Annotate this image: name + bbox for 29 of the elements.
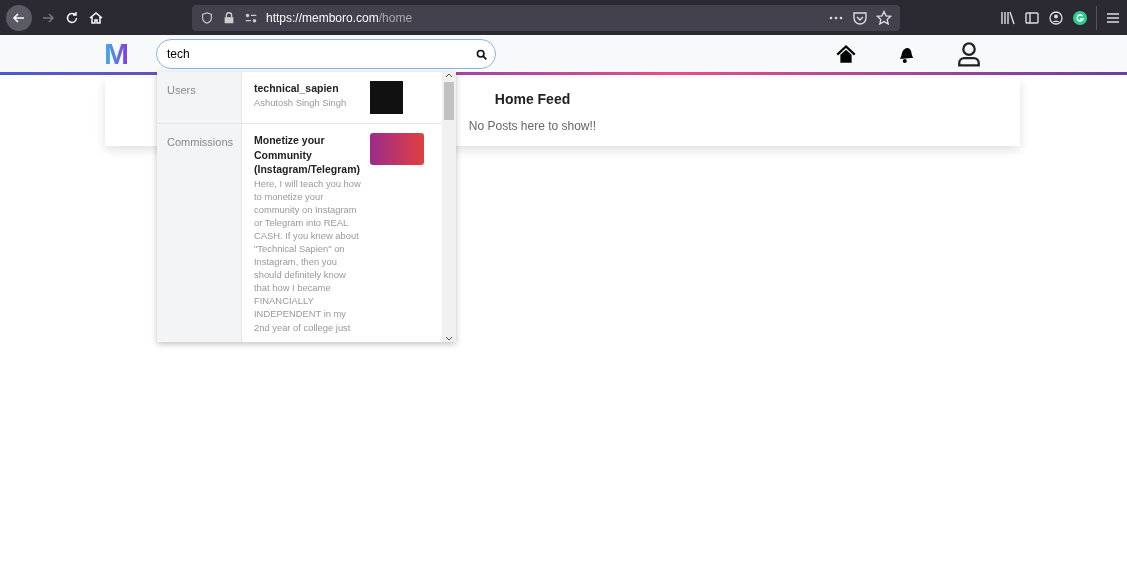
reload-icon[interactable] bbox=[64, 9, 80, 26]
scroll-up-icon[interactable] bbox=[445, 72, 453, 80]
empty-message: No Posts here to show!! bbox=[468, 119, 597, 133]
user-icon[interactable] bbox=[956, 40, 982, 67]
avatar-image bbox=[370, 81, 403, 114]
photo-placeholder bbox=[370, 133, 424, 165]
search-result[interactable]: technical_sapien Ashutosh Singh Singh bbox=[242, 72, 442, 123]
username: technical_sapien bbox=[254, 81, 340, 96]
home-icon[interactable] bbox=[88, 9, 104, 26]
commission-description: Here, I will teach you how to monetize your community on Instagram or Telegram into REAL CASH. If you knew about "Technical Sapien" on Instagram, then you should definitely know that how I became FINANCIALLY INDEPENDENT in my 2nd year of college just bbox=[254, 176, 362, 334]
star-icon[interactable] bbox=[876, 9, 892, 26]
back-button[interactable] bbox=[6, 4, 32, 31]
search-field[interactable]: tech bbox=[156, 38, 496, 69]
feed-title: Home Feed bbox=[494, 91, 571, 107]
commission-title: Monetize your Community (Instagram/Telegram) bbox=[254, 133, 361, 177]
lock-icon bbox=[222, 10, 236, 25]
address-bar[interactable]: https://memboro.com/home bbox=[192, 4, 900, 31]
shield-icon[interactable] bbox=[200, 10, 214, 25]
search-icon[interactable] bbox=[475, 47, 488, 61]
library-icon[interactable] bbox=[1000, 9, 1016, 26]
sidebar-icon[interactable] bbox=[1024, 9, 1040, 26]
pocket-icon[interactable] bbox=[852, 9, 868, 26]
section-label: Users bbox=[157, 72, 242, 123]
url-text: https://memboro.com/home bbox=[266, 10, 414, 25]
user-full-name: Ashutosh Singh Singh bbox=[254, 95, 348, 109]
home-icon[interactable] bbox=[836, 43, 856, 64]
section-label: Commissions bbox=[157, 124, 242, 342]
scroll-down-icon[interactable] bbox=[445, 334, 453, 342]
scroll-thumb[interactable] bbox=[444, 82, 454, 120]
